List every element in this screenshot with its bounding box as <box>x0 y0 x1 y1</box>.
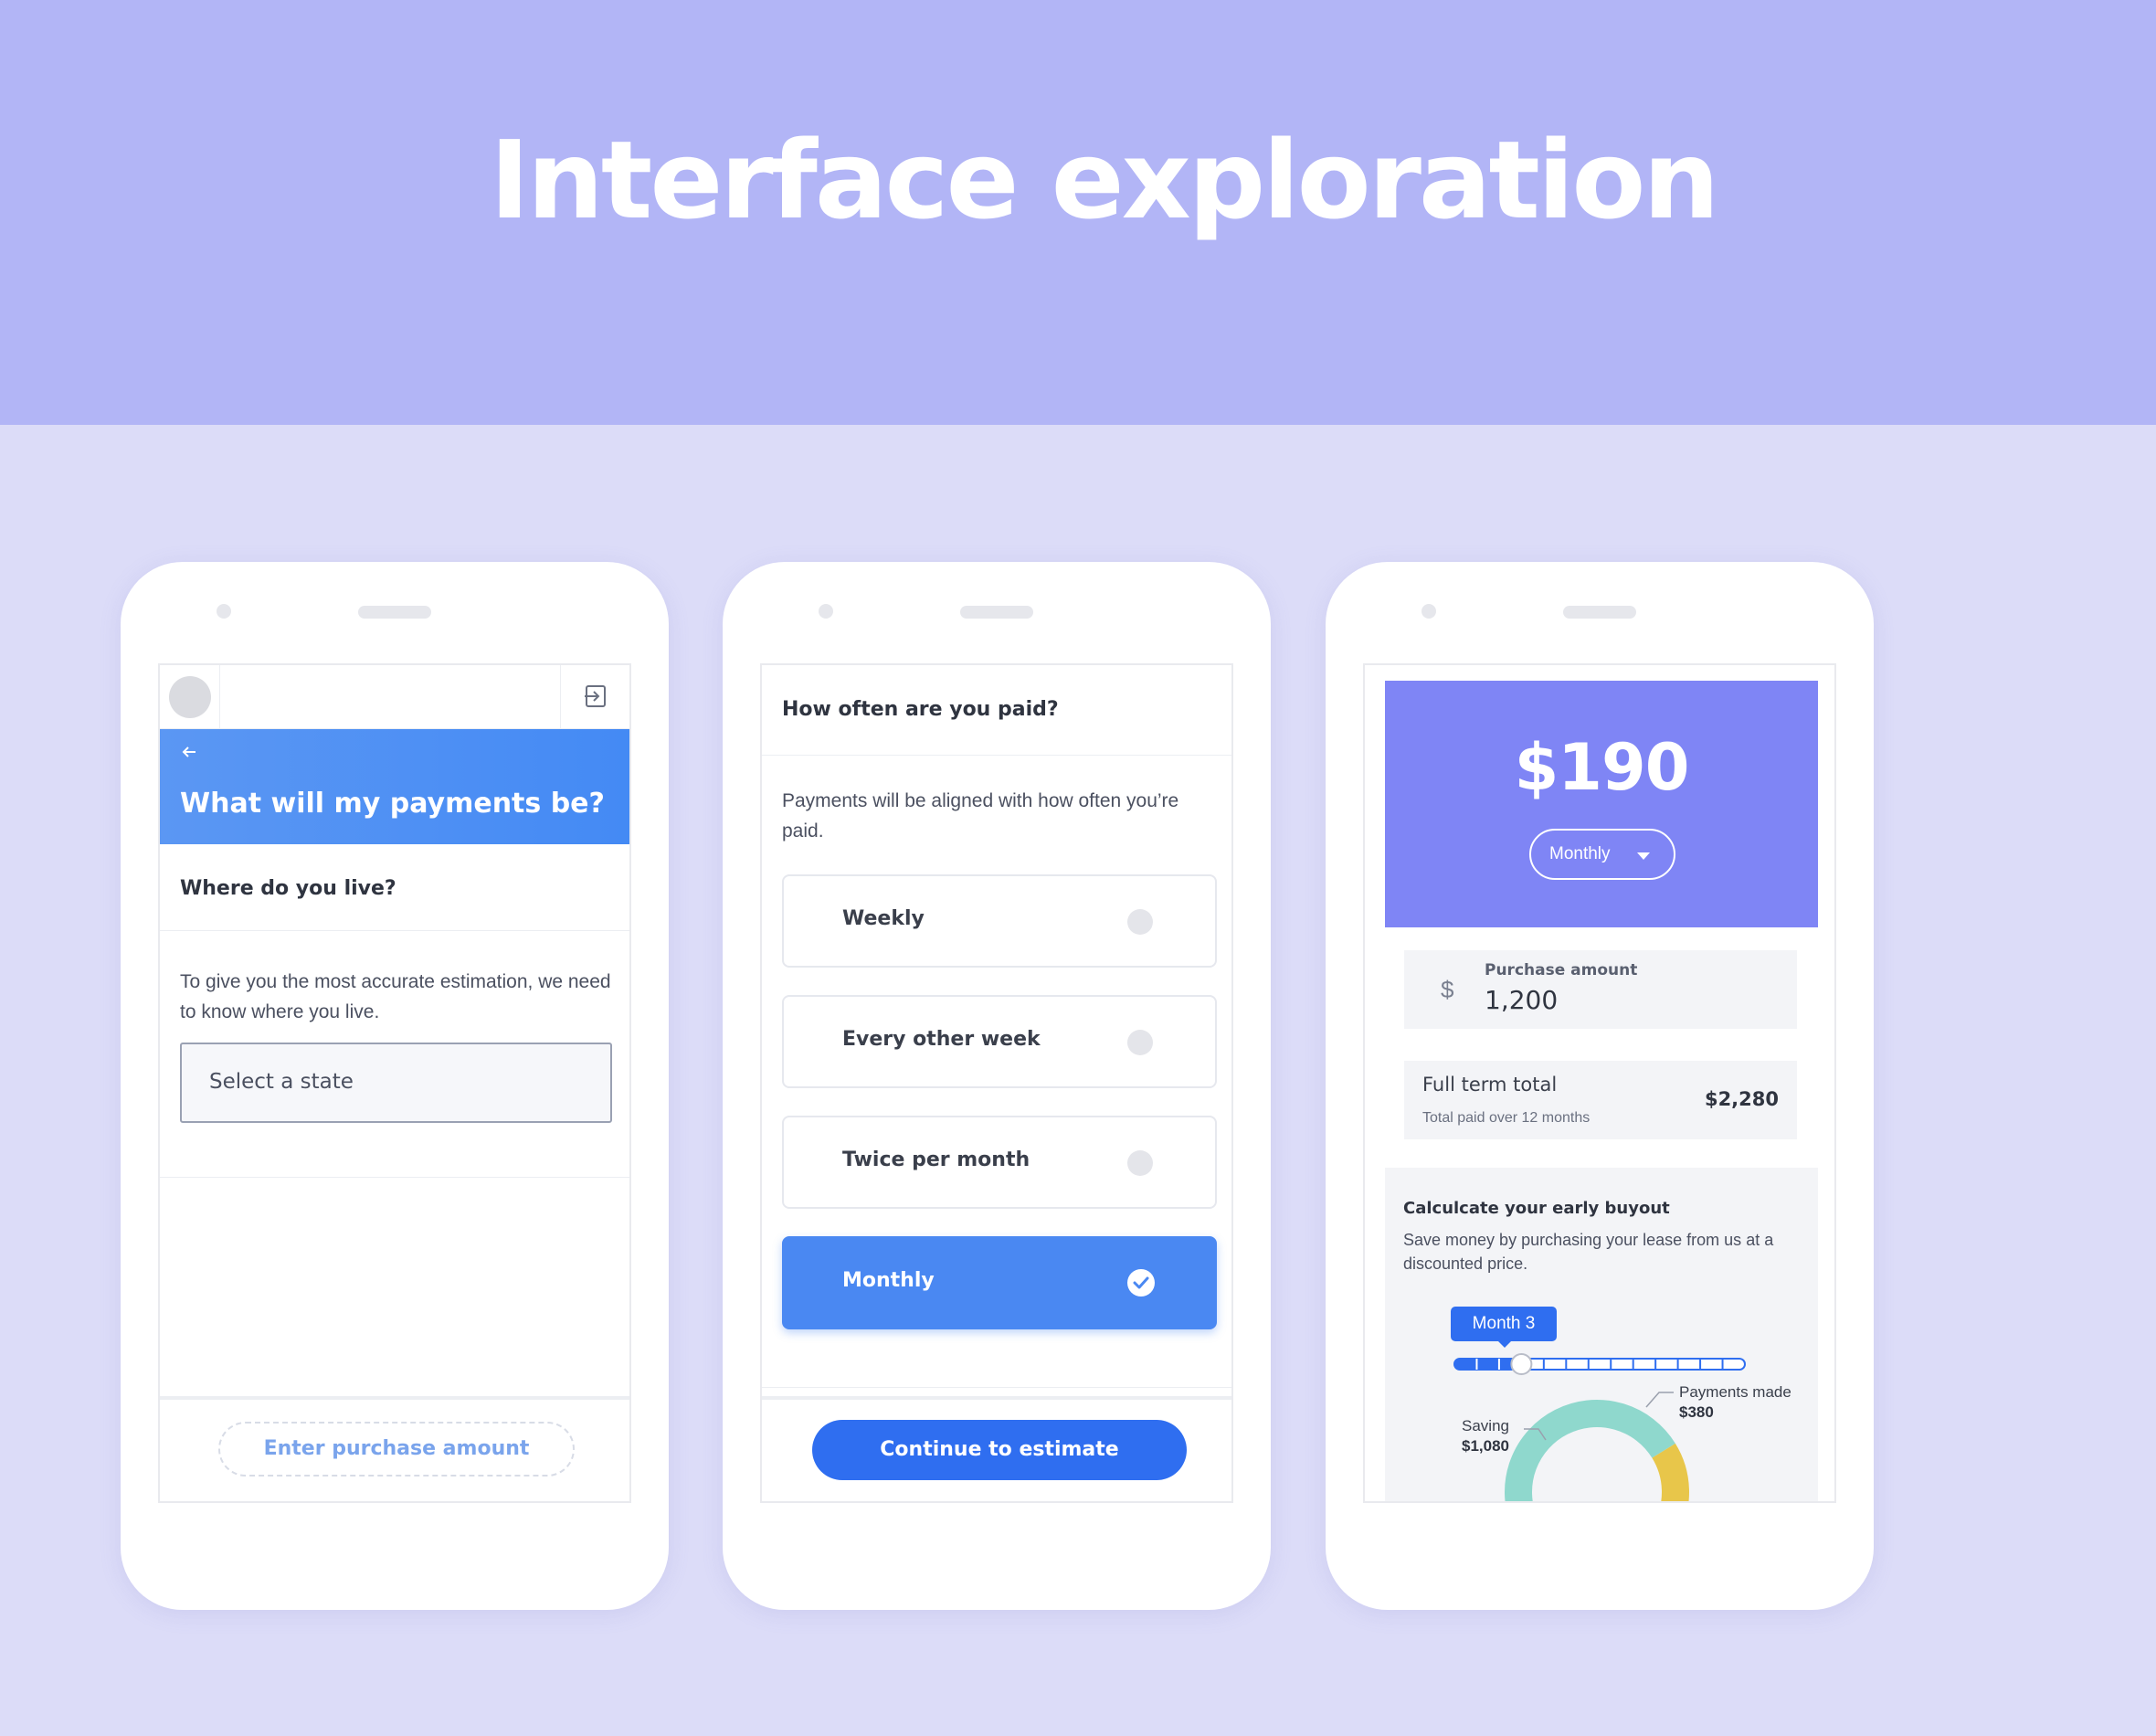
checkmark-icon <box>1127 1269 1155 1297</box>
footer-bar: Enter purchase amount <box>160 1396 629 1501</box>
avatar[interactable] <box>169 676 211 718</box>
full-term-total-subtitle: Total paid over 12 months <box>1422 1110 1591 1126</box>
location-question: Where do you live? <box>180 877 396 900</box>
divider <box>762 755 1231 756</box>
location-description: To give you the most accurate estimation… <box>180 971 611 1022</box>
payments-annotation: Payments made $380 <box>1679 1382 1791 1423</box>
header-banner: Interface exploration <box>0 0 2156 425</box>
hero-header: What will my payments be? <box>160 729 629 844</box>
camera-dot <box>1421 604 1436 619</box>
frequency-description: Payments will be aligned with how often … <box>782 790 1179 842</box>
payments-value: $380 <box>1679 1403 1714 1421</box>
option-label: Every other week <box>842 1028 1041 1051</box>
screen-pay-frequency: How often are you paid? Payments will be… <box>760 663 1233 1503</box>
speaker-slot <box>960 606 1033 619</box>
estimate-hero: $190 Monthly <box>1385 681 1818 927</box>
dollar-icon: $ <box>1441 976 1454 1003</box>
full-term-total-value: $2,280 <box>1704 1088 1779 1110</box>
option-label: Twice per month <box>842 1149 1030 1171</box>
enter-purchase-amount-button[interactable]: Enter purchase amount <box>218 1422 575 1477</box>
phone-mockup-estimate: $190 Monthly $ Purchase amount 1,200 Ful… <box>1326 562 1874 1610</box>
state-select[interactable]: Select a state <box>180 1043 612 1123</box>
saving-label: Saving <box>1462 1417 1509 1434</box>
saving-value: $1,080 <box>1462 1437 1509 1455</box>
phone-mockup-location: What will my payments be? Where do you l… <box>121 562 669 1610</box>
caret-down-icon <box>1637 852 1650 860</box>
page-title: Interface exploration <box>490 117 1719 243</box>
payments-leader-line <box>1645 1392 1674 1408</box>
donut-slice-payments <box>1652 1443 1689 1501</box>
speaker-slot <box>358 606 431 619</box>
phone-mockup-pay-frequency: How often are you paid? Payments will be… <box>723 562 1271 1610</box>
screen-title: What will my payments be? <box>180 788 605 820</box>
continue-to-estimate-button[interactable]: Continue to estimate <box>812 1420 1187 1480</box>
purchase-amount-value: 1,200 <box>1485 985 1559 1015</box>
full-term-total-card: Full term total Total paid over 12 month… <box>1404 1061 1797 1139</box>
radio-unchecked-icon <box>1127 909 1153 935</box>
state-select-placeholder: Select a state <box>209 1070 354 1094</box>
option-every-other-week[interactable]: Every other week <box>782 995 1217 1088</box>
screen-location: What will my payments be? Where do you l… <box>158 663 631 1503</box>
payment-amount: $190 <box>1514 730 1690 805</box>
option-weekly[interactable]: Weekly <box>782 874 1217 968</box>
frequency-dropdown-value: Monthly <box>1549 844 1611 863</box>
frequency-question: How often are you paid? <box>782 698 1059 721</box>
buyout-donut-chart <box>1505 1392 1689 1501</box>
screen-estimate: $190 Monthly $ Purchase amount 1,200 Ful… <box>1363 663 1836 1503</box>
exit-icon <box>585 685 606 707</box>
option-label: Weekly <box>842 907 925 930</box>
exit-button[interactable] <box>560 665 629 729</box>
frequency-dropdown[interactable]: Monthly <box>1529 829 1675 880</box>
purchase-amount-field[interactable]: $ Purchase amount 1,200 <box>1404 950 1797 1029</box>
top-bar-divider <box>219 665 220 729</box>
option-monthly[interactable]: Monthly <box>782 1236 1217 1329</box>
footer-bar: Continue to estimate <box>762 1396 1231 1501</box>
divider <box>160 1177 629 1178</box>
payments-label: Payments made <box>1679 1383 1791 1401</box>
app-top-bar <box>160 665 629 729</box>
camera-dot <box>819 604 833 619</box>
divider <box>160 930 629 931</box>
speaker-slot <box>1563 606 1636 619</box>
donut-slice-saving <box>1505 1400 1675 1501</box>
radio-unchecked-icon <box>1127 1150 1153 1176</box>
radio-unchecked-icon <box>1127 1030 1153 1055</box>
back-arrow-icon[interactable] <box>182 746 196 758</box>
option-label: Monthly <box>842 1269 935 1292</box>
saving-annotation: Saving $1,080 <box>1462 1416 1509 1456</box>
purchase-amount-label: Purchase amount <box>1485 961 1638 979</box>
divider <box>762 1387 1231 1388</box>
full-term-total-label: Full term total <box>1422 1074 1558 1096</box>
camera-dot <box>217 604 231 619</box>
early-buyout-section: Calculcate your early buyout Save money … <box>1385 1168 1818 1501</box>
option-twice-per-month[interactable]: Twice per month <box>782 1116 1217 1209</box>
